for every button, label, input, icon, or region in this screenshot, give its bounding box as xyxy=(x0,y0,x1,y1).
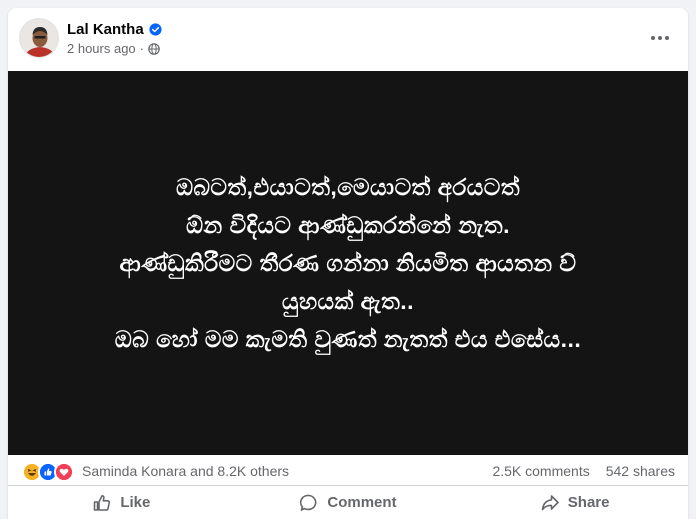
like-label: Like xyxy=(120,494,151,511)
love-icon xyxy=(54,462,74,482)
comment-button[interactable]: Comment xyxy=(248,486,448,519)
post-meta: 2 hours ago · xyxy=(67,41,160,56)
post-header: Lal Kantha 2 hours ago · xyxy=(8,8,688,70)
engagement-counts: 2.5K comments 542 shares xyxy=(492,463,675,479)
globe-icon xyxy=(148,42,160,55)
comments-count[interactable]: 2.5K comments xyxy=(492,463,589,479)
reaction-summary[interactable]: Saminda Konara and 8.2K others xyxy=(82,463,289,479)
image-text-line: ඔබටත්,එයාටත්,මෙයාටත් අරයටත් xyxy=(175,174,521,200)
comment-icon xyxy=(300,494,317,511)
author-name[interactable]: Lal Kantha xyxy=(67,21,144,38)
author-avatar[interactable] xyxy=(19,18,59,58)
more-options-icon[interactable] xyxy=(644,22,676,54)
image-text-line: ඔබ හෝ මම කැමති වුණත් නැතත් එය එසේය... xyxy=(114,326,582,352)
post-image[interactable]: ඔබටත්,එයාටත්,මෙයාටත් අරයටත් ඕන විදියට ආණ… xyxy=(8,71,688,455)
avatar-image xyxy=(20,19,58,57)
like-button[interactable]: Like xyxy=(21,486,221,519)
share-button[interactable]: Share xyxy=(475,486,675,519)
comment-label: Comment xyxy=(327,494,397,511)
image-text-line: ආණ්ඩුකිරීමට තීරණ ගන්නා නියමිත ආයතන ව් xyxy=(119,250,577,276)
share-label: Share xyxy=(567,494,610,511)
share-icon xyxy=(541,494,559,510)
reaction-icons[interactable] xyxy=(22,462,74,482)
image-text-line: යුහයක් ඇත.. xyxy=(281,288,415,314)
post-timestamp[interactable]: 2 hours ago xyxy=(67,41,136,56)
author-row: Lal Kantha xyxy=(67,21,162,38)
shares-count[interactable]: 542 shares xyxy=(606,463,675,479)
post-actions: Like Comment Share xyxy=(8,486,688,519)
image-text-line: ඕන විදියට ආණ්ඩුකරන්නේ නැත. xyxy=(185,212,511,238)
meta-separator: · xyxy=(139,41,145,56)
post-image-text: ඔබටත්,එයාටත්,මෙයාටත් අරයටත් ඕන විදියට ආණ… xyxy=(115,168,582,358)
post-stats: Saminda Konara and 8.2K others 2.5K comm… xyxy=(8,455,688,486)
thumbs-up-icon xyxy=(94,494,111,511)
verified-badge-icon xyxy=(149,23,162,36)
post-card: Lal Kantha 2 hours ago · ඔබටත්,එයාටත්,මෙ… xyxy=(8,8,688,519)
